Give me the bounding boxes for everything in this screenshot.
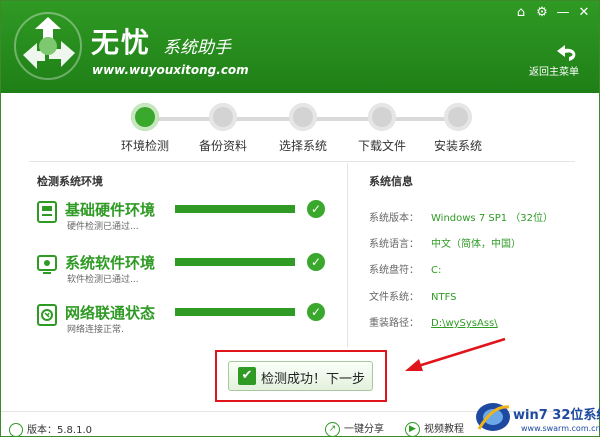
recycle-logo-icon [11, 9, 85, 83]
install-path-link[interactable]: D:\wySysAss\ [431, 318, 498, 329]
step-install: 安装系统 [418, 103, 498, 154]
back-to-menu-button[interactable]: 返回主菜单 [525, 45, 583, 79]
info-key: 系统盘符： [369, 265, 419, 276]
progress-bar [175, 205, 295, 213]
step-label: 下载文件 [357, 139, 406, 153]
back-to-menu-label: 返回主菜单 [529, 67, 579, 78]
info-row-version: 系统版本： Windows 7 SP1 （32位） [369, 209, 553, 224]
check-item-status: 软件检测已通过... [67, 275, 139, 285]
check-item-title: 网络联通状态 [65, 304, 156, 322]
check-item-title: 基础硬件环境 [65, 201, 156, 219]
divider [29, 161, 575, 162]
progress-bar [175, 308, 295, 316]
step-dot [289, 103, 317, 131]
header-bar: 无忧 系统助手 www.wuyouxitong.com ⌂ ⚙ — ✕ 返回主菜… [1, 1, 599, 93]
software-icon [37, 255, 57, 274]
video-icon: ▶ [405, 421, 420, 437]
watermark-url: www.swarm.com.cn [521, 424, 600, 433]
app-subtitle: 系统助手 [163, 38, 231, 58]
watermark-text: win7 32位系统 [513, 408, 600, 423]
step-backup: 备份资料 [183, 103, 263, 154]
next-step-label: 检测成功！下一步 [261, 372, 366, 387]
watermark-logo-icon [476, 403, 510, 431]
step-label: 安装系统 [433, 139, 482, 153]
info-row-language: 系统语言： 中文（简体，中国） [369, 235, 521, 250]
home-icon[interactable]: ⌂ [512, 5, 530, 21]
network-icon [37, 304, 57, 326]
step-dot [368, 103, 396, 131]
info-key: 文件系统： [369, 292, 419, 303]
check-item-network: 网络联通状态 网络连接正常. ✓ [37, 303, 337, 348]
step-select-system: 选择系统 [263, 103, 343, 154]
app-title: 无忧 [91, 26, 152, 59]
check-ok-icon: ✓ [307, 303, 325, 321]
gear-icon[interactable]: ⚙ [533, 5, 551, 21]
step-label: 备份资料 [198, 139, 247, 153]
app-url: www.wuyouxitong.com [92, 63, 249, 77]
video-tutorial-label: 视频教程 [424, 424, 464, 435]
version-label: 版本：5.8.1.0 [27, 425, 92, 436]
share-button[interactable]: ↗ 一键分享 [325, 420, 384, 437]
check-item-hardware: 基础硬件环境 硬件检测已通过... ✓ [37, 200, 337, 245]
info-value: Windows 7 SP1 （32位） [431, 213, 554, 224]
minimize-icon[interactable]: — [554, 5, 572, 21]
check-ok-icon: ✓ [307, 200, 325, 218]
info-value: NTFS [431, 292, 457, 303]
share-icon: ↗ [325, 421, 340, 437]
check-ok-icon: ✓ [307, 253, 325, 271]
check-item-software: 系统软件环境 软件检测已通过... ✓ [37, 253, 337, 298]
step-env-check: 环境检测 [105, 103, 185, 154]
check-item-status: 网络连接正常. [67, 325, 124, 335]
video-tutorial-button[interactable]: ▶ 视频教程 [405, 420, 464, 437]
check-item-status: 硬件检测已通过... [67, 222, 139, 232]
info-row-filesystem: 文件系统： NTFS [369, 288, 457, 303]
check-item-title: 系统软件环境 [65, 254, 156, 272]
panel-divider [347, 163, 348, 347]
step-label: 选择系统 [278, 139, 327, 153]
step-progress: 环境检测 备份资料 选择系统 下载文件 安装系统 [1, 93, 599, 159]
progress-bar [175, 258, 295, 266]
info-row-drive: 系统盘符： C: [369, 261, 441, 276]
step-download: 下载文件 [342, 103, 422, 154]
info-key: 系统语言： [369, 239, 419, 250]
info-key: 系统版本： [369, 213, 419, 224]
close-icon[interactable]: ✕ [575, 5, 593, 21]
step-dot [444, 103, 472, 131]
step-label: 环境检测 [120, 139, 169, 153]
step-dot-active [131, 103, 159, 131]
annotation-arrow-icon [405, 337, 506, 371]
system-info-title: 系统信息 [369, 175, 413, 188]
info-key: 重装路径： [369, 318, 419, 329]
info-row-install-path: 重装路径： D:\wySysAss\ [369, 314, 498, 329]
step-dot [209, 103, 237, 131]
hardware-icon [37, 201, 57, 223]
checkmark-icon: ✔ [238, 367, 256, 385]
next-step-button[interactable]: ✔ 检测成功！下一步 [228, 361, 373, 391]
version-icon [9, 423, 23, 437]
version-text: 版本：5.8.1.0 [9, 421, 92, 437]
info-value: C: [431, 265, 442, 276]
info-value: 中文（简体，中国） [431, 239, 521, 250]
back-arrow-icon [557, 45, 576, 61]
share-label: 一键分享 [344, 424, 384, 435]
app-window: 无忧 系统助手 www.wuyouxitong.com ⌂ ⚙ — ✕ 返回主菜… [0, 0, 600, 437]
env-check-title: 检测系统环境 [37, 175, 103, 188]
